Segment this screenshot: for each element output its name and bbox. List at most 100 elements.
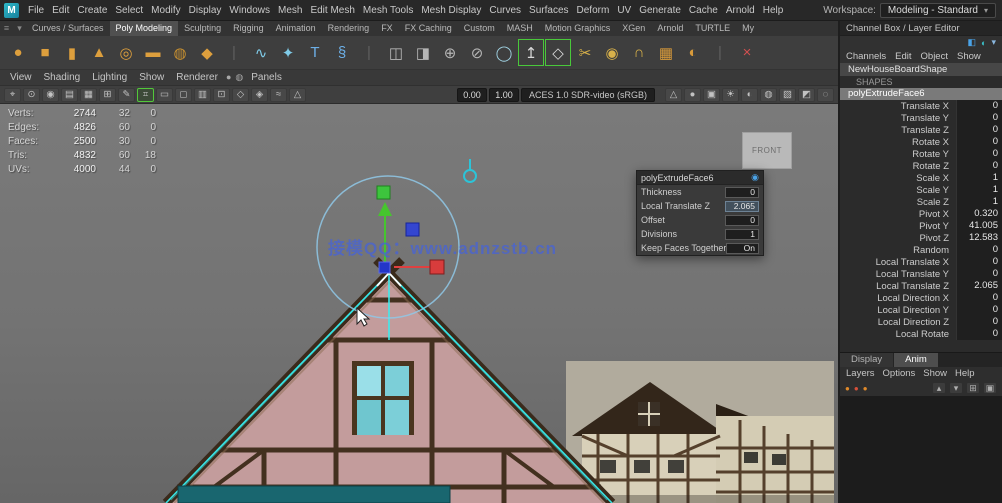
channel-value-field[interactable]: 0 (956, 136, 1002, 148)
safe-action-icon[interactable]: ◇ (232, 88, 249, 102)
panel-menu-item-panels[interactable]: Panels (245, 72, 288, 83)
shelf-tab[interactable]: Rendering (322, 21, 376, 36)
channel-value-field[interactable]: 0 (956, 292, 1002, 304)
extrude-icon[interactable]: ↥ (518, 39, 544, 66)
polygon-sphere-icon[interactable]: ● (5, 39, 31, 66)
shelf-tab[interactable]: MASH (501, 21, 539, 36)
combine-icon[interactable]: ⊕ (437, 39, 463, 66)
shelf-tab[interactable]: Custom (458, 21, 501, 36)
channel-value-field[interactable]: 0 (956, 148, 1002, 160)
channel-value-field[interactable]: 1 (956, 172, 1002, 184)
svg-tool-icon[interactable]: § (329, 39, 355, 66)
exposure-field[interactable]: 0.00 (457, 88, 487, 102)
input-node-row[interactable]: polyExtrudeFace6 (840, 88, 1002, 100)
teal-wall-object[interactable] (178, 486, 450, 503)
textured-sphere-icon[interactable]: ◍ (233, 72, 245, 83)
popup-value-field[interactable]: 1 (725, 229, 759, 240)
boolean-difference-icon[interactable]: ◨ (410, 39, 436, 66)
use-all-lights-icon[interactable]: ☀ (722, 88, 739, 102)
shadows-icon[interactable]: ◐ (741, 88, 758, 102)
move-layer-down-icon[interactable]: ▾ (949, 382, 963, 394)
film-gate-icon[interactable]: ▭ (156, 88, 173, 102)
center-handle[interactable] (379, 262, 390, 273)
popup-value-field[interactable]: On (726, 243, 759, 254)
shelf-separator-icon[interactable]: | (356, 39, 382, 66)
menu-item[interactable]: Create (73, 0, 111, 21)
menu-item[interactable]: Mesh Tools (359, 0, 417, 21)
channel-value-field[interactable]: 0 (956, 316, 1002, 328)
shelf-tab[interactable]: FX Caching (399, 21, 458, 36)
panel-menu-item[interactable]: Shading (38, 72, 87, 83)
select-camera-icon[interactable]: ⌖ (4, 88, 21, 102)
channel-value-field[interactable]: 0 (956, 112, 1002, 124)
gamma-field[interactable]: 1.00 (489, 88, 519, 102)
smooth-shade-icon[interactable]: ● (684, 88, 701, 102)
manipulator-mode-switch-icon[interactable] (464, 159, 476, 182)
menu-item[interactable]: Edit (48, 0, 73, 21)
anim-layer-weight-icon[interactable]: ● (845, 384, 850, 393)
menu-item[interactable]: File (24, 0, 48, 21)
two-d-pan-zoom-icon[interactable]: ⊞ (99, 88, 116, 102)
popup-value-field[interactable]: 2.065 (725, 201, 759, 212)
multisample-icon[interactable]: ◩ (798, 88, 815, 102)
polygon-cube-icon[interactable]: ■ (32, 39, 58, 66)
lock-camera-icon[interactable]: ⊙ (23, 88, 40, 102)
shelf-tab[interactable]: Rigging (227, 21, 270, 36)
fog-toggle-icon[interactable]: ≈ (270, 88, 287, 102)
camera-attributes-icon[interactable]: ◉ (42, 88, 59, 102)
wireframe-mode-icon[interactable]: △ (665, 88, 682, 102)
smooth-mesh-icon[interactable]: ◯ (491, 39, 517, 66)
shelf-tabs-menu-icon[interactable]: ≡ (0, 23, 13, 34)
channel-manip-icon[interactable]: ◧ (968, 37, 977, 48)
xray-toggle-icon[interactable]: △ (289, 88, 306, 102)
separate-icon[interactable]: ⊘ (464, 39, 490, 66)
new-empty-layer-icon[interactable]: ▣ (983, 382, 997, 394)
safe-title-icon[interactable]: ◈ (251, 88, 268, 102)
channel-hyper-icon[interactable]: ▾ (991, 37, 996, 48)
sweep-mesh-icon[interactable]: ∿ (248, 39, 274, 66)
panel-menu-item[interactable]: Lighting (86, 72, 133, 83)
new-layer-from-selected-icon[interactable]: ⊞ (966, 382, 980, 394)
channel-speed-icon[interactable]: ◐ (981, 38, 986, 48)
layer-editor-tab[interactable]: Display (840, 353, 893, 367)
grid-toggle-icon[interactable]: ⌗ (137, 88, 154, 102)
star-polygon-icon[interactable]: ✦ (275, 39, 301, 66)
shelf-tab[interactable]: My (736, 21, 760, 36)
popup-value-field[interactable]: 0 (725, 187, 759, 198)
channel-value-field[interactable]: 0 (956, 256, 1002, 268)
gate-mask-icon[interactable]: ▥ (194, 88, 211, 102)
shelf-tab[interactable]: XGen (616, 21, 651, 36)
polygon-plane-icon[interactable]: ▬ (140, 39, 166, 66)
platonic-solid-icon[interactable]: ◆ (194, 39, 220, 66)
polygon-cone-icon[interactable]: ▲ (86, 39, 112, 66)
channel-value-field[interactable]: 2.065 (956, 280, 1002, 292)
channel-value-field[interactable]: 0 (956, 268, 1002, 280)
channel-value-field[interactable]: 0 (956, 304, 1002, 316)
shelf-tab[interactable]: Poly Modeling (110, 21, 179, 36)
channel-box-menu-item[interactable]: Show (957, 51, 981, 62)
menu-item[interactable]: Edit Mesh (306, 0, 358, 21)
y-axis-arrow-handle[interactable] (378, 202, 392, 216)
target-weld-icon[interactable]: ◉ (599, 39, 625, 66)
object-name-row[interactable]: NewHouseBoardShape (840, 63, 1002, 76)
shelf-tab[interactable]: TURTLE (689, 21, 736, 36)
channel-value-field[interactable]: 0 (956, 160, 1002, 172)
shelf-tab[interactable]: Sculpting (178, 21, 227, 36)
panel-menu-item[interactable]: Show (133, 72, 170, 83)
shelf-separator-icon[interactable]: | (221, 39, 247, 66)
layer-editor-menu-item[interactable]: Show (923, 368, 947, 379)
channel-value-field[interactable]: 0 (956, 328, 1002, 340)
quad-draw-icon[interactable]: ▦ (653, 39, 679, 66)
isolate-select-icon[interactable]: ◌ (817, 88, 834, 102)
shelf-tab[interactable]: Arnold (651, 21, 689, 36)
menu-item[interactable]: Arnold (722, 0, 759, 21)
menu-item[interactable]: Select (111, 0, 147, 21)
panel-menu-item[interactable]: View (4, 72, 38, 83)
menu-item[interactable]: Curves (485, 0, 525, 21)
channel-value-field[interactable]: 1 (956, 184, 1002, 196)
menu-item[interactable]: Help (759, 0, 788, 21)
motion-blur-icon[interactable]: ▧ (779, 88, 796, 102)
occlusion-icon[interactable]: ◍ (760, 88, 777, 102)
shelf-tab[interactable]: Curves / Surfaces (26, 21, 110, 36)
delete-edge-icon[interactable]: × (734, 39, 760, 66)
